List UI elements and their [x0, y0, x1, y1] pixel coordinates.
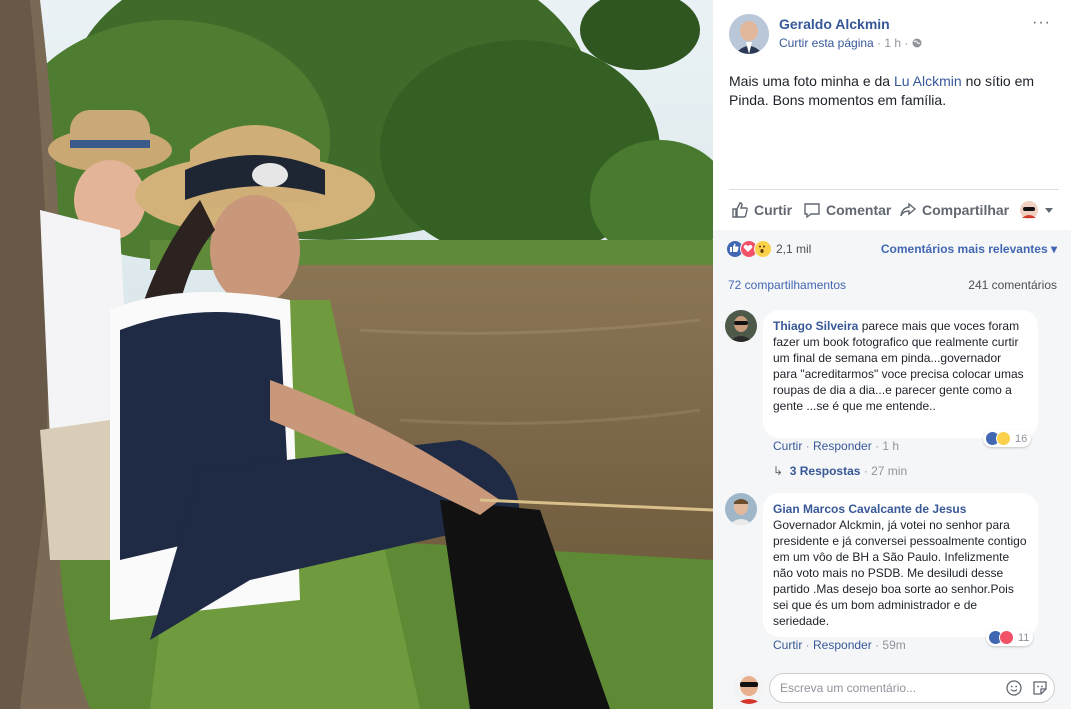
comment-sort-label: Comentários mais relevantes	[880, 242, 1048, 256]
replies-time: 27 min	[871, 464, 908, 478]
emoji-icon[interactable]	[1006, 680, 1022, 696]
commenter-name[interactable]: Gian Marcos Cavalcante de Jesus	[773, 501, 1028, 517]
post-time[interactable]: 1 h	[884, 36, 901, 50]
page-name[interactable]: Geraldo Alckmin	[779, 16, 890, 32]
reactions-bar: 2,1 mil Comentários mais relevantes ▾ 72…	[713, 230, 1071, 310]
globe-icon	[912, 36, 922, 50]
comment-bubble: Thiago Silveira parece mais que voces fo…	[763, 310, 1038, 438]
share-as-selector[interactable]	[1019, 196, 1059, 224]
meta-separator: ·	[873, 36, 885, 50]
comment-reactions[interactable]: 16	[983, 430, 1032, 447]
comment-text: parece mais que voces foram fazer um boo…	[773, 319, 1024, 413]
post-photo[interactable]	[0, 0, 713, 709]
avatar-image	[725, 310, 757, 342]
comment-bubble: Gian Marcos Cavalcante de Jesus Governad…	[763, 493, 1038, 637]
comment-text: Governador Alckmin, já votei no senhor p…	[773, 518, 1027, 628]
avatar-image	[725, 493, 757, 525]
share-button[interactable]: Compartilhar	[899, 196, 1009, 224]
view-replies[interactable]: ↳ 3 Respostas · 27 min	[773, 464, 907, 478]
shares-count[interactable]: 72 compartilhamentos	[728, 278, 846, 292]
comment-input-placeholder: Escreva um comentário...	[780, 681, 917, 695]
comment-like-link[interactable]: Curtir	[773, 439, 802, 453]
meta-separator-2: ·	[901, 36, 912, 50]
comment-label: Comentar	[826, 202, 892, 218]
user-avatar	[733, 672, 765, 704]
commenter-name[interactable]: Thiago Silveira	[773, 319, 858, 333]
comment-reply-link[interactable]: Responder	[813, 439, 872, 453]
avatar-image	[729, 14, 769, 54]
sticker-icon[interactable]	[1032, 680, 1048, 696]
comments-count[interactable]: 241 comentários	[968, 278, 1057, 292]
comment-time[interactable]: 59m	[882, 638, 905, 652]
page-avatar[interactable]	[729, 14, 769, 54]
replies-link[interactable]: 3 Respostas	[790, 464, 861, 478]
comment-actions: Curtir · Responder · 59m	[773, 638, 906, 652]
comment-time[interactable]: 1 h	[882, 439, 899, 453]
share-icon	[900, 202, 917, 217]
commenter-avatar[interactable]	[725, 310, 757, 342]
like-label: Curtir	[754, 202, 793, 218]
comment-reaction-count: 11	[1018, 631, 1030, 644]
post-header: Geraldo Alckmin Curtir esta página · 1 h…	[729, 14, 1059, 54]
comment-input[interactable]: Escreva um comentário...	[769, 673, 1055, 703]
haha-reaction-icon	[996, 431, 1011, 446]
post-text-start: Mais uma foto minha e da	[729, 73, 894, 89]
comment-icon	[804, 203, 820, 219]
thumbs-up-icon	[732, 202, 748, 218]
share-label: Compartilhar	[922, 202, 1010, 218]
like-page-link[interactable]: Curtir esta página	[779, 36, 874, 50]
reaction-count: 2,1 mil	[776, 242, 812, 256]
love-reaction-icon	[999, 630, 1014, 645]
comment-reactions[interactable]: 11	[986, 629, 1034, 646]
comment-button[interactable]: Comentar	[803, 196, 891, 224]
caret-down-icon: ▾	[1050, 242, 1057, 256]
chevron-down-icon	[1045, 208, 1053, 213]
wow-reaction-icon	[754, 240, 772, 258]
comment-actions: Curtir · Responder · 1 h	[773, 439, 900, 453]
user-avatar-icon	[1020, 201, 1038, 219]
post-panel: Geraldo Alckmin Curtir esta página · 1 h…	[713, 0, 1071, 709]
post-actions: Curtir Comentar Compartilhar	[729, 196, 1059, 224]
comments-list: Thiago Silveira parece mais que voces fo…	[713, 310, 1071, 663]
comment-composer: Escreva um comentário...	[713, 663, 1071, 709]
more-options-icon[interactable]: ···	[1032, 14, 1051, 32]
like-button[interactable]: Curtir	[731, 196, 792, 224]
comment-reply-link[interactable]: Responder	[813, 638, 872, 652]
post-meta: Curtir esta página · 1 h ·	[779, 36, 922, 50]
reaction-summary[interactable]: 2,1 mil	[726, 240, 811, 258]
comment-like-link[interactable]: Curtir	[773, 638, 802, 652]
commenter-avatar[interactable]	[725, 493, 757, 525]
photo-illustration	[0, 0, 713, 709]
comment-sort-dropdown[interactable]: Comentários mais relevantes ▾	[881, 242, 1057, 256]
mention-link[interactable]: Lu Alckmin	[894, 73, 962, 89]
comment-reaction-count: 16	[1015, 432, 1028, 445]
divider	[729, 189, 1059, 190]
avatar-image	[733, 672, 765, 704]
reply-arrow-icon: ↳	[773, 464, 784, 478]
post-text: Mais uma foto minha e da Lu Alckmin no s…	[729, 72, 1059, 110]
